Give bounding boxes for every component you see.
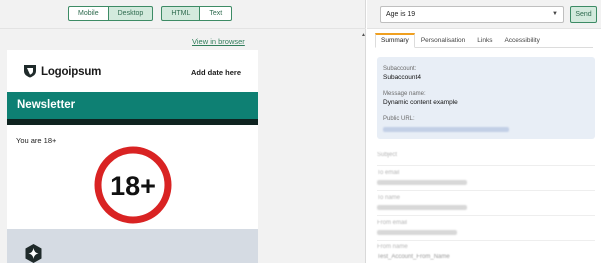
public-url-label: Public URL: [383,116,415,122]
subject-label: Subject [377,152,398,158]
view-in-browser-link[interactable]: View in browser [192,37,245,46]
newsletter-banner: Newsletter [7,92,258,119]
chevron-down-icon: ▼ [552,11,558,17]
field-divider [377,240,595,241]
mobile-button[interactable]: Mobile [68,6,109,21]
scroll-up-arrow-icon[interactable]: ▲ [361,32,366,38]
from-email-value [377,230,457,235]
email-header: Logoipsum Add date here [7,50,258,92]
send-bar: Age is 19 ▼ Send [367,0,601,29]
text-button[interactable]: Text [200,6,233,21]
age-message: You are 18+ [16,136,57,145]
summary-info-box: Subaccount: Subaccount4 Message name: Dy… [377,57,595,139]
send-button[interactable]: Send [570,6,597,23]
age-restriction-sign-icon: 18+ [94,146,172,224]
tab-links[interactable]: Links [471,33,498,48]
desktop-button[interactable]: Desktop [108,6,154,21]
from-email-label: From email [377,220,408,226]
format-toggle: HTML Text [161,6,233,21]
public-url-value[interactable] [383,127,509,132]
field-divider [377,165,595,166]
to-email-value [377,180,467,185]
html-button[interactable]: HTML [161,6,201,21]
sparkle-badge-icon [25,244,42,263]
banner-underline [7,119,258,125]
preview-toolbar: Mobile Desktop HTML Text [68,6,240,21]
shield-logo-icon [24,65,36,78]
from-name-label: From name [377,244,408,250]
field-divider [377,215,595,216]
email-footer [7,229,258,263]
to-name-label: To name [377,195,401,201]
preview-pane: Mobile Desktop HTML Text View in browser… [0,0,366,263]
message-name-value: Dynamic content example [383,99,458,106]
email-preview: Logoipsum Add date here Newsletter You a… [7,50,258,263]
banner-title: Newsletter [17,99,76,111]
condition-select[interactable]: Age is 19 ▼ [380,6,564,23]
details-pane: Age is 19 ▼ Send Summary Personalisation… [367,0,601,263]
subaccount-label: Subaccount: [383,66,417,72]
device-toggle: Mobile Desktop [68,6,154,21]
to-name-value [377,205,467,210]
to-email-label: To email [377,170,400,176]
tab-personalisation[interactable]: Personalisation [415,33,471,48]
message-name-label: Message name: [383,91,426,97]
tab-accessibility[interactable]: Accessibility [498,33,545,48]
logo-text: Logoipsum [41,66,102,78]
toolbar-divider [0,28,366,29]
from-name-value: Test_Account_From_Name [377,254,450,260]
date-placeholder: Add date here [190,68,241,77]
age-badge-text: 18+ [110,171,156,201]
tab-summary[interactable]: Summary [375,33,415,48]
condition-select-value: Age is 19 [386,11,416,18]
details-tabs: Summary Personalisation Links Accessibil… [375,33,593,48]
subaccount-value: Subaccount4 [383,74,421,81]
field-divider [377,190,595,191]
